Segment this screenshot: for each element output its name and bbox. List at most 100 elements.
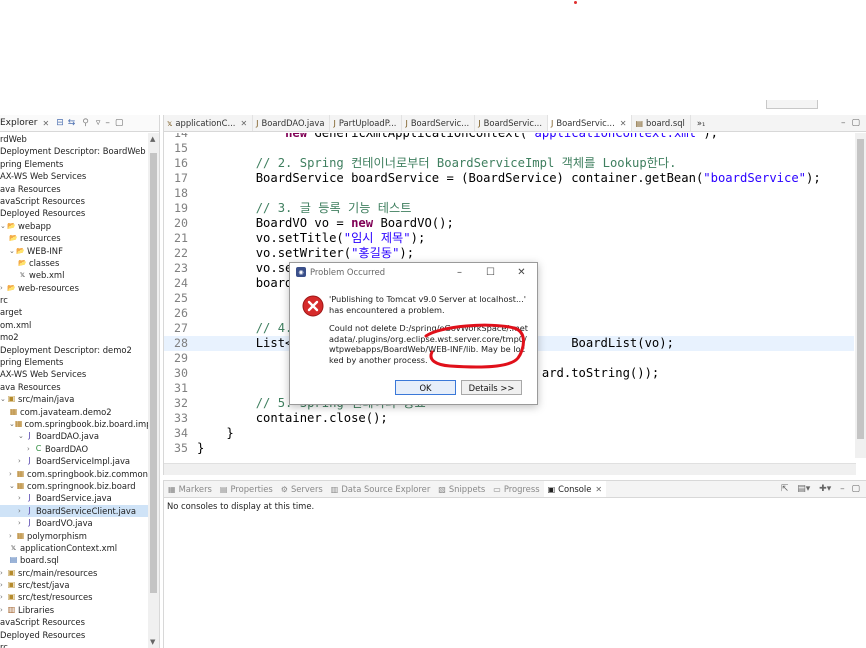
tree-item[interactable]: ▤ board.sql (0, 554, 148, 566)
maximize-icon[interactable]: ▢ (115, 118, 124, 128)
code-line[interactable]: 34 } (164, 426, 854, 441)
collapsed-arrow-icon[interactable]: › (0, 567, 7, 579)
tree-item[interactable]: › ▥ Libraries (0, 604, 148, 616)
collapsed-arrow-icon[interactable]: › (0, 282, 7, 294)
expanded-arrow-icon[interactable]: ⌄ (9, 245, 16, 257)
tree-item[interactable]: › ▣ src/test/resources (0, 591, 148, 603)
expanded-arrow-icon[interactable]: ⌄ (18, 430, 25, 442)
panel-tab[interactable]: ▥ Data Source Explorer (327, 484, 435, 494)
tree-item[interactable]: › C BoardDAO (0, 443, 148, 455)
collapsed-arrow-icon[interactable]: › (0, 579, 7, 591)
code-line[interactable]: 20 BoardVO vo = new BoardVO(); (164, 216, 854, 231)
minimize-icon[interactable]: – (444, 267, 475, 278)
close-icon[interactable]: ✕ (595, 485, 602, 494)
more-tabs-button[interactable]: »₁ (691, 115, 711, 131)
collapsed-arrow-icon[interactable]: › (27, 443, 34, 455)
tree-item[interactable]: 𝕩 web.xml (0, 269, 148, 281)
tree-item[interactable]: › ▣ src/main/resources (0, 567, 148, 579)
tree-item[interactable]: pring Elements (0, 158, 148, 170)
panel-tab[interactable]: ▭ Progress (489, 484, 543, 494)
tree-item[interactable]: AX-WS Web Services (0, 170, 148, 182)
tree-item[interactable]: pring Elements (0, 356, 148, 368)
tree-item[interactable]: › ▦ polymorphism (0, 530, 148, 542)
tree-item[interactable]: AX-WS Web Services (0, 368, 148, 380)
panel-tab[interactable]: ▣ Console ✕ (543, 481, 607, 497)
tree-item[interactable]: ⌄ ▦ com.springbook.biz.board.impl (0, 418, 154, 430)
tree-item[interactable]: avaScript Resources (0, 195, 148, 207)
close-icon[interactable]: ✕ (42, 119, 49, 128)
tree-item[interactable]: 📂 classes (0, 257, 148, 269)
minimize-icon[interactable]: – (841, 118, 846, 128)
focus-icon[interactable]: ⚲ (82, 118, 89, 128)
explorer-scroll-thumb[interactable] (150, 153, 157, 593)
editor-tab[interactable]: J BoardServic... (475, 115, 548, 131)
tree-item[interactable]: om.xml (0, 319, 148, 331)
close-icon[interactable]: ✕ (620, 119, 627, 128)
collapsed-arrow-icon[interactable]: › (18, 492, 25, 504)
code-line[interactable]: 16 // 2. Spring 컨테이너로부터 BoardServiceImpl… (164, 156, 854, 171)
tree-item[interactable]: › ▣ src/test/java (0, 579, 148, 591)
collapsed-arrow-icon[interactable]: › (9, 530, 16, 542)
collapsed-arrow-icon[interactable]: › (18, 455, 25, 467)
close-icon[interactable]: ✕ (506, 267, 537, 278)
editor-tab[interactable]: J PartUploadP... (330, 115, 403, 131)
tree-item[interactable]: ava Resources (0, 183, 148, 195)
scroll-down-icon[interactable]: ▼ (150, 638, 155, 646)
collapsed-arrow-icon[interactable]: › (0, 591, 7, 603)
collapsed-arrow-icon[interactable]: › (9, 468, 16, 480)
tree-item[interactable]: rdWeb (0, 133, 148, 145)
tree-item[interactable]: arget (0, 306, 148, 318)
explorer-scrollbar[interactable]: ▲ ▼ (148, 133, 159, 648)
code-line[interactable]: 36 (164, 456, 854, 458)
tree-item[interactable]: rc (0, 641, 148, 648)
maximize-icon[interactable]: ▢ (851, 484, 860, 494)
editor-tab[interactable]: J BoardDAO.java (253, 115, 331, 131)
code-line[interactable]: 35} (164, 441, 854, 456)
editor-tab[interactable]: ▤ board.sql (632, 115, 691, 131)
view-menu-icon[interactable]: ▿ (96, 118, 101, 128)
minimize-icon[interactable]: – (105, 118, 110, 128)
collapsed-arrow-icon[interactable]: › (18, 517, 25, 529)
editor-scroll-thumb[interactable] (857, 139, 864, 439)
tree-item[interactable]: ▦ com.javateam.demo2 (0, 406, 148, 418)
expanded-arrow-icon[interactable]: ⌄ (9, 480, 16, 492)
tree-item[interactable]: ava Resources (0, 381, 148, 393)
panel-tab[interactable]: ⚙ Servers (277, 484, 327, 494)
panel-tab[interactable]: ▦ Markers (164, 484, 216, 494)
tree-item[interactable]: rc (0, 294, 148, 306)
panel-tab[interactable]: ▧ Snippets (434, 484, 489, 494)
tree-item[interactable]: avaScript Resources (0, 616, 148, 628)
panel-tab[interactable]: ▤ Properties (216, 484, 277, 494)
code-line[interactable]: 15 (164, 141, 854, 156)
scroll-up-icon[interactable]: ▲ (150, 135, 155, 143)
expanded-arrow-icon[interactable]: ⌄ (0, 393, 7, 405)
editor-tab[interactable]: 𝕩 applicationC... ✕ (164, 115, 254, 131)
code-line[interactable]: 17 BoardService boardService = (BoardSer… (164, 171, 854, 186)
tree-item[interactable]: ⌄ ▦ com.springnook.biz.board (0, 480, 148, 492)
minimize-icon[interactable]: – (840, 484, 845, 494)
tree-item[interactable]: ⌄ 📂 WEB-INF (0, 245, 148, 257)
code-line[interactable]: 19 // 3. 글 등록 기능 테스트 (164, 201, 854, 216)
editor-tab[interactable]: J BoardServic... (402, 115, 476, 131)
editor-hscrollbar[interactable] (164, 463, 856, 475)
tree-item[interactable]: Deployment Descriptor: BoardWeb (0, 145, 148, 157)
tree-item[interactable]: › ▦ com.springbook.biz.common (0, 468, 148, 480)
tree-item[interactable]: Deployed Resources (0, 629, 148, 641)
maximize-icon[interactable]: ▢ (851, 118, 860, 128)
collapsed-arrow-icon[interactable]: › (0, 604, 7, 616)
tree-item[interactable]: › 📂 web-resources (0, 282, 148, 294)
details-button[interactable]: Details >> (461, 380, 522, 395)
tree-item[interactable]: 📂 resources (0, 232, 148, 244)
maximize-icon[interactable]: ☐ (475, 267, 506, 278)
collapse-all-icon[interactable]: ⊟ (56, 118, 64, 128)
link-editor-icon[interactable]: ⇆ (68, 118, 76, 128)
tree-item[interactable]: › J BoardService.java (0, 492, 148, 504)
tree-item[interactable]: › J BoardServiceClient.java (0, 504, 148, 518)
code-line[interactable]: 22 vo.setWriter("홍길동"); (164, 246, 854, 261)
tree-item[interactable]: Deployment Descriptor: demo2 (0, 344, 148, 356)
display-console-icon[interactable]: ▤▾ (797, 484, 810, 494)
code-line[interactable]: 14 new GenericXmlApplicationContext("app… (164, 133, 854, 141)
tree-item[interactable]: ⌄ ▣ src/main/java (0, 393, 148, 405)
code-line[interactable]: 21 vo.setTitle("임시 제목"); (164, 231, 854, 246)
close-icon[interactable]: ✕ (240, 119, 247, 128)
